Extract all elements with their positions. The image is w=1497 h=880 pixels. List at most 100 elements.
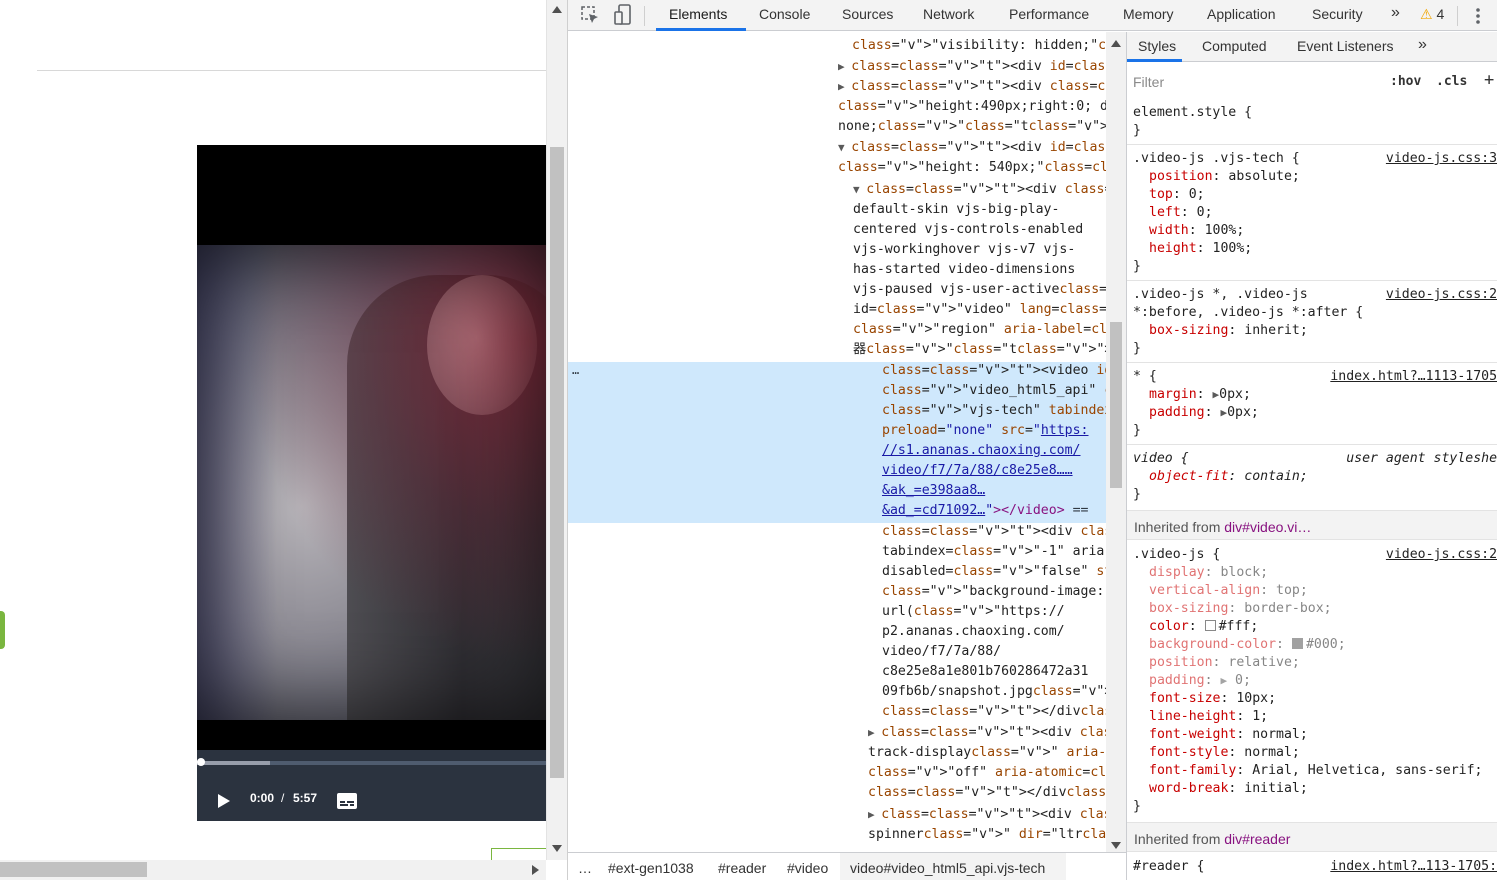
scroll-right-icon[interactable] — [532, 865, 539, 875]
dom-line[interactable]: c8e25e8a1e801b760286472a31 — [882, 662, 1088, 682]
hover-state-toggle[interactable]: :hov — [1390, 74, 1421, 89]
subtitles-icon[interactable] — [337, 793, 357, 809]
inherited-element-link[interactable]: div#video.vi… — [1224, 519, 1311, 535]
page-horizontal-scrollbar[interactable] — [0, 860, 546, 880]
node-ellipsis-icon[interactable]: … — [572, 360, 579, 380]
play-icon[interactable] — [217, 793, 231, 809]
dom-line[interactable]: class="v">"off" aria-atomic=class="v">"t… — [868, 763, 1106, 783]
dom-line[interactable]: url(class="v">"https:// — [882, 602, 1065, 622]
dom-line[interactable]: has-started video-dimensions — [853, 260, 1075, 280]
class-toggle[interactable]: .cls — [1436, 74, 1467, 89]
scrollbar-thumb[interactable] — [1110, 322, 1122, 488]
scroll-up-icon[interactable] — [552, 6, 562, 13]
warnings-counter[interactable]: ⚠ 4 — [1420, 6, 1444, 23]
dom-line[interactable]: preload="none" src="https: — [882, 421, 1089, 441]
expand-triangle-icon[interactable]: ▼ — [853, 183, 866, 196]
inspect-element-icon[interactable] — [581, 6, 599, 24]
dom-line[interactable]: p2.ananas.chaoxing.com/ — [882, 622, 1065, 642]
dom-line[interactable]: 器class="v">"class="tclass="v">">> — [853, 340, 1106, 360]
dom-line[interactable]: class="v">"visibility: hidden;"class=cla… — [852, 36, 1106, 56]
dom-line[interactable]: track-displayclass="v">" aria-live= — [868, 743, 1106, 763]
tab-event-listeners[interactable]: Event Listeners — [1297, 38, 1394, 54]
tab-application[interactable]: Application — [1207, 6, 1276, 22]
dom-line[interactable]: class="v">"vjs-tech" tabindex=class="v">… — [882, 401, 1106, 421]
dom-line[interactable]: class=class="v">"t"><div class=class="v"… — [882, 522, 1106, 542]
more-tabs-icon[interactable]: » — [1391, 4, 1400, 22]
dom-line[interactable]: class="v">"background-image: — [882, 582, 1104, 602]
breadcrumb-item[interactable]: #reader — [718, 860, 766, 876]
side-tab-handle[interactable] — [0, 611, 5, 649]
dom-line[interactable]: spinnerclass="v">" dir="ltrclass="v">"cl… — [868, 825, 1106, 845]
dom-line[interactable]: vjs-workinghover vjs-v7 vjs- — [853, 240, 1075, 260]
rule-source-link[interactable]: video-js.css:27 — [1386, 286, 1497, 304]
dom-line[interactable]: ▶ class=class="v">"t"><div class=class="… — [838, 77, 1106, 97]
page-vertical-scrollbar[interactable] — [546, 0, 567, 860]
dom-line[interactable]: ▶ class=class="v">"t"><div class=class="… — [868, 723, 1106, 743]
tab-security[interactable]: Security — [1312, 6, 1363, 22]
breadcrumb-item-selected[interactable]: video#video_html5_api.vjs-tech — [850, 860, 1045, 876]
scroll-down-icon[interactable] — [552, 845, 562, 852]
divider — [37, 70, 546, 71]
tab-styles[interactable]: Styles — [1138, 38, 1176, 54]
duration-time: 5:57 — [293, 791, 318, 805]
rule-source-link[interactable]: video-js.css:30 — [1386, 150, 1497, 168]
video-player[interactable]: 0:00 / 5:57 — [197, 145, 546, 821]
dom-line[interactable]: class="v">"height: 540px;"class=class="v… — [838, 158, 1106, 178]
tab-console[interactable]: Console — [759, 6, 810, 22]
dom-line[interactable]: default-skin vjs-big-play- — [853, 200, 1059, 220]
dom-line[interactable]: class=class="v">"t"></divclass=class="v"… — [868, 783, 1106, 803]
expand-triangle-icon[interactable]: ▶ — [838, 80, 851, 93]
tab-network[interactable]: Network — [923, 6, 974, 22]
dom-line[interactable]: ▼ class=class="v">"t"><div class=class="… — [853, 180, 1106, 200]
tab-elements[interactable]: Elements — [669, 6, 727, 22]
dom-line[interactable]: tabindex=class="v">"-1" aria- — [882, 542, 1106, 562]
rule-source-link[interactable]: video-js.css:25 — [1386, 546, 1497, 564]
dom-line[interactable]: //s1.ananas.chaoxing.com/ — [882, 441, 1081, 461]
tab-computed[interactable]: Computed — [1202, 38, 1267, 54]
dom-line[interactable]: 09fb6b/snapshot.jpgclass="v">");"class=c… — [882, 682, 1106, 702]
rule-source-link[interactable]: index.html?…113-1705:4 — [1330, 858, 1497, 876]
dom-line[interactable]: id=class="v">"video" lang=class="v">"zh-… — [853, 300, 1106, 320]
dom-line[interactable]: &ak_=e398aa8… — [882, 481, 985, 501]
progress-handle[interactable] — [197, 758, 205, 766]
dom-line[interactable]: &ad_=cd71092…"></video> == — [882, 501, 1088, 521]
expand-triangle-icon[interactable]: ▼ — [838, 141, 851, 154]
breadcrumb-item[interactable]: #video — [787, 860, 828, 876]
dom-line[interactable]: class="v">"height:490px;right:0; display… — [838, 97, 1106, 117]
dom-line[interactable]: disabled=class="v">"false" style= — [882, 562, 1106, 582]
expand-triangle-icon[interactable]: ▶ — [868, 726, 881, 739]
dom-line[interactable]: centered vjs-controls-enabled — [853, 220, 1083, 240]
expand-triangle-icon[interactable]: ▶ — [868, 808, 881, 821]
dom-line[interactable]: none;class="v">"class="tclass="v">">>…cl… — [838, 117, 1106, 137]
video-frame[interactable] — [197, 245, 546, 720]
rule-source-link[interactable]: index.html?…1113-1705: — [1330, 368, 1497, 386]
dom-line[interactable]: vjs-paused vjs-user-activeclass="v">" — [853, 280, 1106, 300]
kebab-menu-icon[interactable] — [1475, 7, 1481, 25]
inherited-element-link[interactable]: div#reader — [1224, 831, 1290, 847]
breadcrumb-item[interactable]: #ext-gen1038 — [608, 860, 694, 876]
scroll-up-icon[interactable] — [1111, 40, 1121, 47]
dom-line[interactable]: ▼ class=class="v">"t"><div id=class="v">… — [838, 138, 1106, 158]
breadcrumb-ellipsis[interactable]: … — [578, 860, 592, 876]
more-tabs-icon[interactable]: » — [1418, 36, 1427, 54]
tab-performance[interactable]: Performance — [1009, 6, 1089, 22]
dom-line[interactable]: class="v">"video_html5_api" class= — [882, 381, 1106, 401]
dom-line[interactable]: ▶ class=class="v">"t"><div class=class="… — [868, 805, 1106, 825]
dom-line[interactable]: class=class="v">"t"><video id= — [882, 361, 1106, 381]
scrollbar-thumb[interactable] — [0, 862, 147, 877]
styles-filter-input[interactable]: Filter — [1131, 71, 1376, 95]
dom-line[interactable]: video/f7/7a/88/ — [882, 642, 1001, 662]
scroll-down-icon[interactable] — [1111, 842, 1121, 849]
elements-scrollbar[interactable] — [1106, 32, 1126, 852]
expand-triangle-icon[interactable]: ▶ — [838, 60, 851, 73]
device-toolbar-icon[interactable] — [614, 4, 632, 26]
new-rule-plus-icon[interactable]: + — [1484, 70, 1494, 90]
dom-line[interactable]: video/f7/7a/88/c8e25e8…… — [882, 461, 1073, 481]
tab-memory[interactable]: Memory — [1123, 6, 1174, 22]
scrollbar-thumb[interactable] — [550, 147, 564, 778]
dom-line[interactable]: class="v">"region" aria-label=class="v">… — [853, 320, 1106, 340]
tab-sources[interactable]: Sources — [842, 6, 893, 22]
progress-bar[interactable] — [197, 758, 546, 766]
dom-line[interactable]: class=class="v">"t"></divclass=class="v"… — [882, 702, 1106, 722]
dom-line[interactable]: ▶ class=class="v">"t"><div id=class="v">… — [838, 57, 1106, 77]
